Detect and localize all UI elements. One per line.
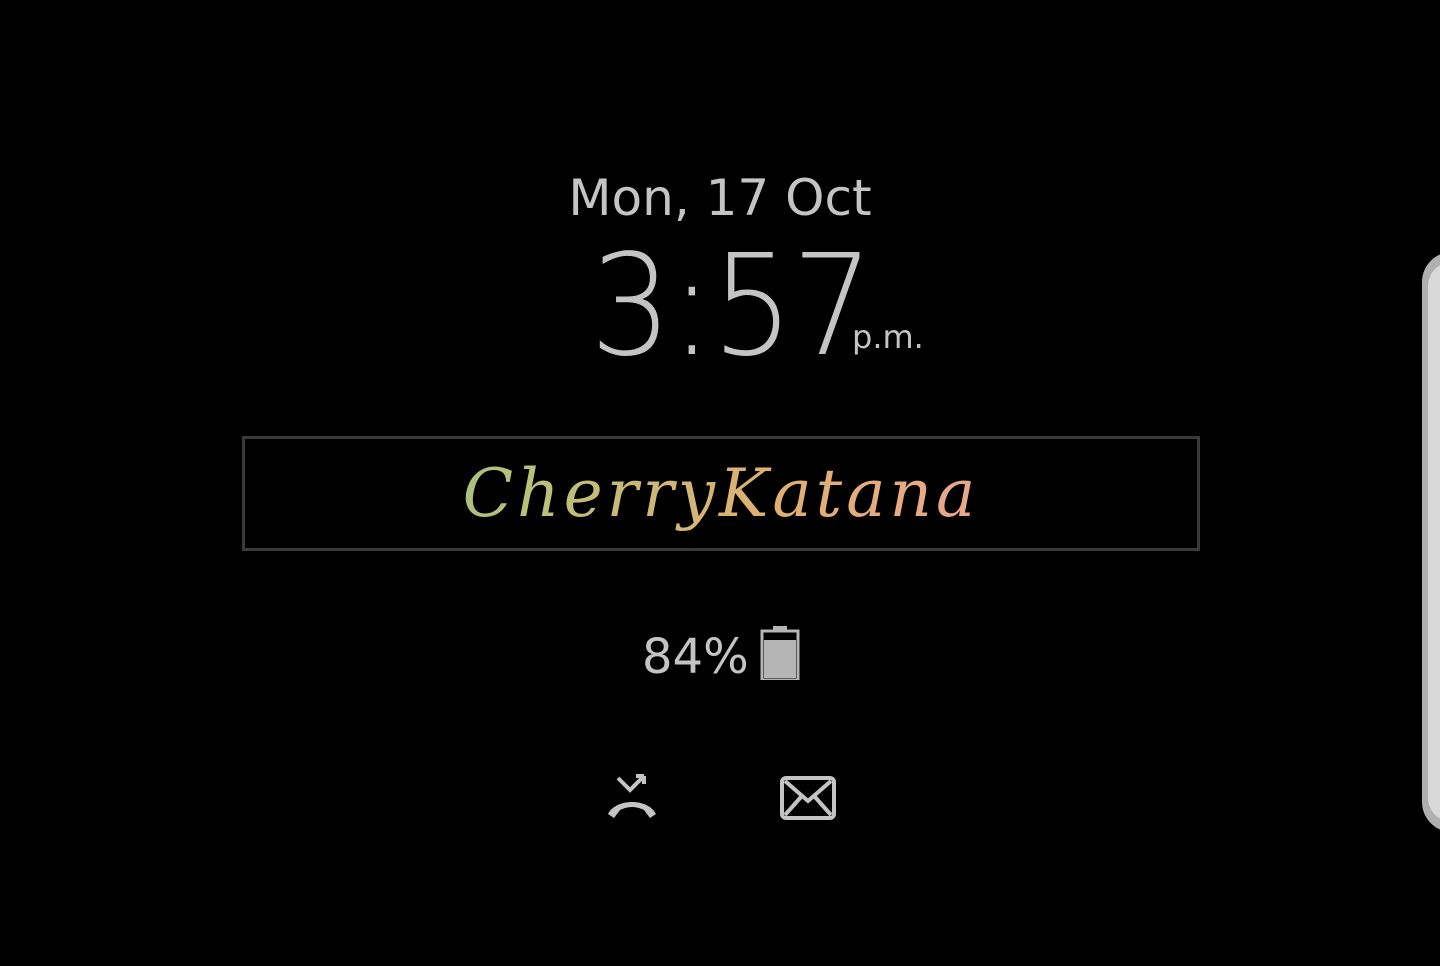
clock-ampm: p.m. xyxy=(852,318,924,356)
edge-panel-handle[interactable] xyxy=(1422,252,1440,832)
clock: 3:57 p.m. xyxy=(590,222,924,388)
date-label: Mon, 17 Oct xyxy=(568,169,872,227)
edge-panel-handle-inner xyxy=(1428,262,1440,822)
battery-icon xyxy=(760,626,800,680)
signature-box: CherryKatana xyxy=(242,436,1200,551)
battery-fill xyxy=(764,640,796,678)
missed-call-icon[interactable] xyxy=(604,774,660,822)
battery-percentage: 84% xyxy=(642,629,749,685)
clock-time: 3:57 xyxy=(590,225,874,388)
always-on-display-screen: Mon, 17 Oct 3:57 p.m. CherryKatana 84% xyxy=(0,0,1440,966)
signature-text: CherryKatana xyxy=(245,439,1197,548)
message-icon[interactable] xyxy=(779,775,837,821)
battery-status: 84% xyxy=(642,626,800,688)
